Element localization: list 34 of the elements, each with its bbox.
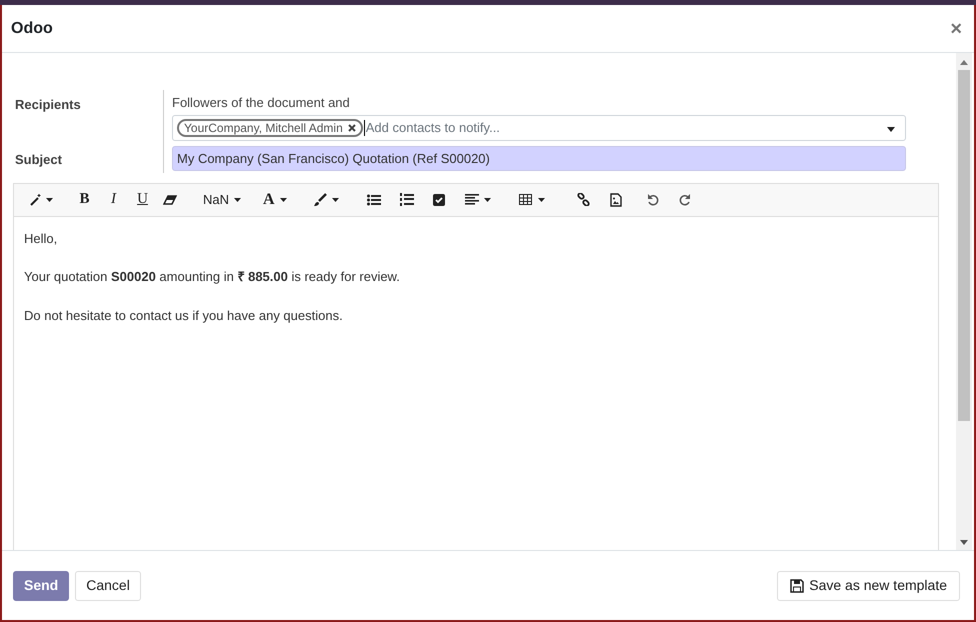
- bullet-list-icon[interactable]: [367, 194, 381, 206]
- subject-field[interactable]: My Company (San Francisco) Quotation (Ref S00020): [172, 146, 906, 170]
- scroll-up-icon[interactable]: [960, 60, 968, 65]
- bold-button[interactable]: B: [79, 188, 90, 211]
- recipient-tag[interactable]: YourCompany, Mitchell Admin: [177, 118, 363, 136]
- paragraph: Your quotation S00020 amounting in ₹ 885.00 is ready for review.: [24, 268, 401, 286]
- text-color-button[interactable]: A: [263, 188, 275, 212]
- caret-icon[interactable]: [234, 198, 242, 202]
- numbered-list-icon[interactable]: [400, 193, 414, 206]
- dialog-title: Odoo: [11, 18, 53, 38]
- remove-icon[interactable]: [348, 124, 356, 132]
- field-label: Subject: [15, 150, 63, 169]
- recipients-field[interactable]: YourCompany, Mitchell Admin Add contacts to notify...: [172, 114, 906, 140]
- send-button[interactable]: Send: [13, 570, 70, 600]
- cancel-button[interactable]: Cancel: [75, 570, 141, 600]
- underline-button[interactable]: U: [137, 188, 148, 211]
- paragraph: Hello,: [24, 230, 58, 248]
- checkbox-icon[interactable]: [433, 194, 445, 206]
- undo-icon[interactable]: [647, 194, 659, 206]
- font-size-dropdown[interactable]: NaN: [203, 190, 230, 210]
- field-label: Recipients: [15, 96, 82, 114]
- eraser-icon[interactable]: [163, 194, 177, 204]
- save-icon: [790, 578, 804, 592]
- paragraph: Do not hesitate to contact us if you have any questions.: [24, 306, 344, 325]
- caret-icon[interactable]: [280, 198, 287, 202]
- recipients-intro: Followers of the document and: [172, 94, 351, 112]
- italic-button[interactable]: I: [111, 188, 116, 211]
- caret-icon[interactable]: [887, 126, 895, 132]
- link-icon[interactable]: [577, 193, 590, 206]
- image-icon[interactable]: [610, 192, 622, 206]
- save-template-button[interactable]: Save as new template: [777, 570, 960, 600]
- close-button[interactable]: ×: [950, 18, 965, 38]
- scroll-down-icon[interactable]: [960, 540, 968, 545]
- redo-icon[interactable]: [679, 194, 691, 206]
